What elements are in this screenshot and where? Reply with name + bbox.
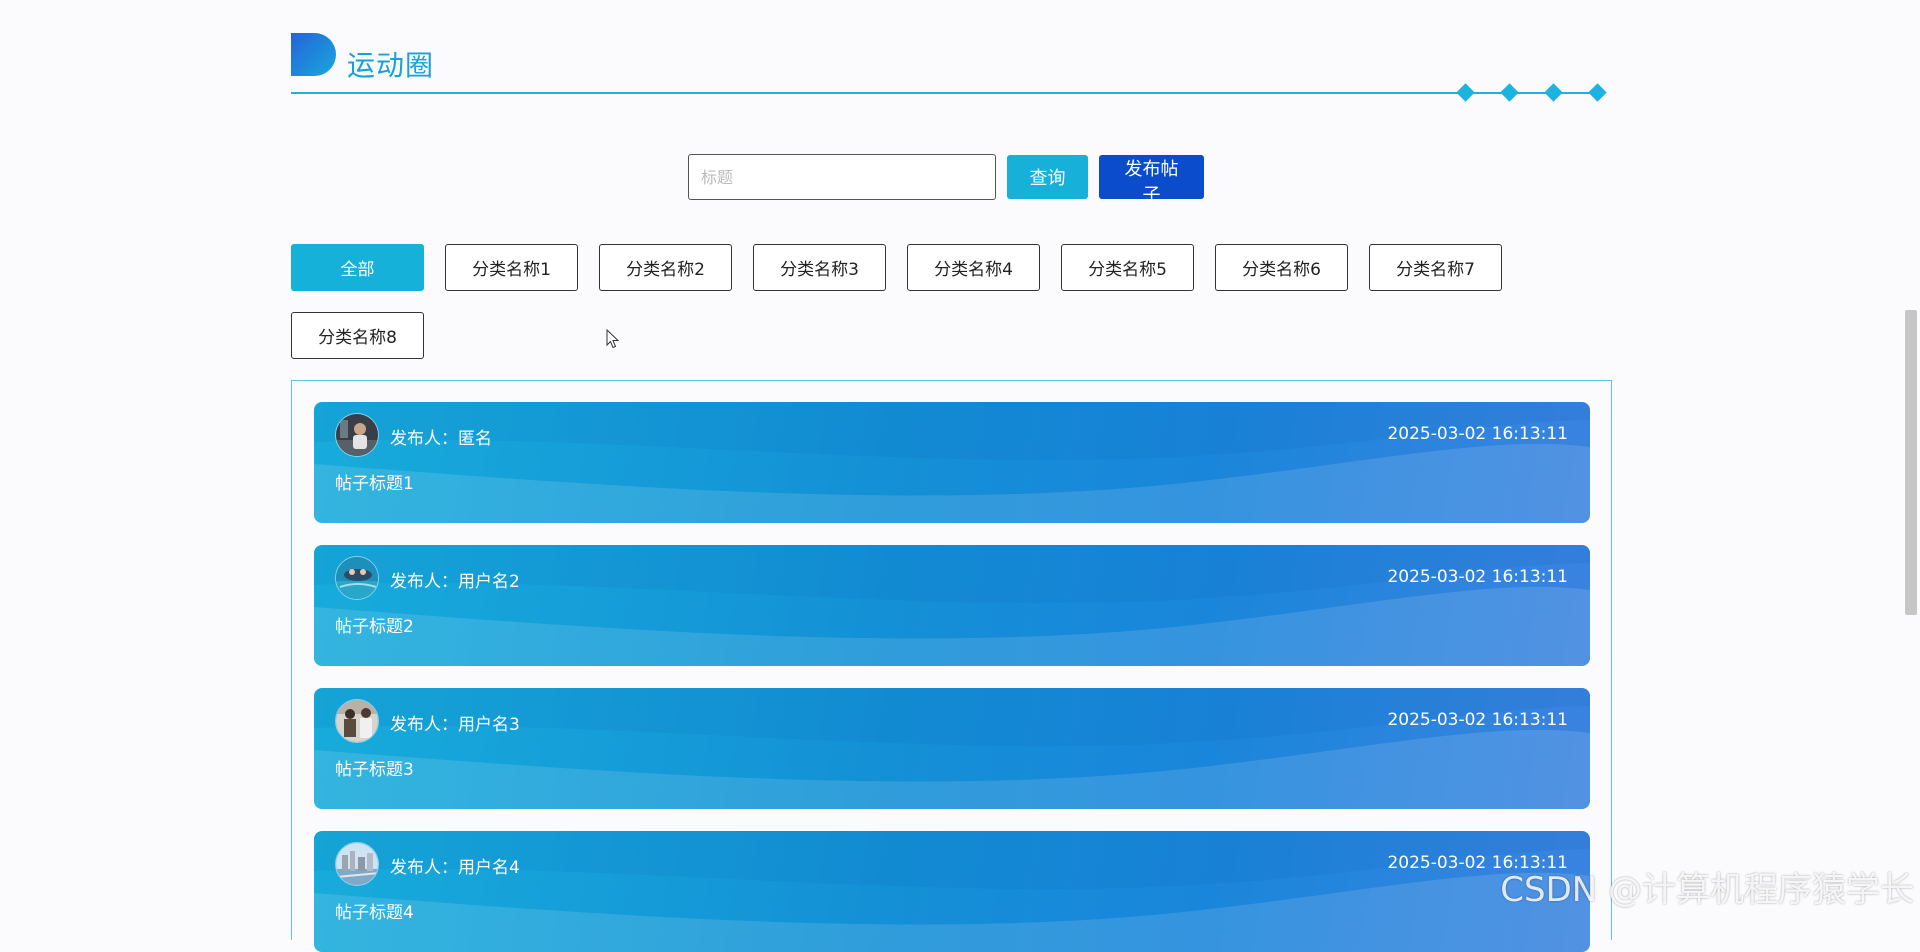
category-item[interactable]: 分类名称4 (907, 244, 1040, 291)
post-time: 2025-03-02 16:13:11 (1387, 710, 1568, 730)
post-card[interactable]: 发布人：用户名4 2025-03-02 16:13:11 帖子标题4 (314, 831, 1590, 952)
page-scrollbar[interactable] (1905, 310, 1917, 615)
query-button[interactable]: 查询 (1007, 155, 1088, 199)
post-author: 发布人：匿名 (390, 429, 492, 449)
diamond-icon (1500, 83, 1519, 102)
post-title[interactable]: 帖子标题4 (335, 898, 414, 923)
diamond-icon (1544, 83, 1563, 102)
post-title[interactable]: 帖子标题1 (335, 469, 414, 494)
category-item[interactable]: 分类名称7 (1369, 244, 1502, 291)
diamond-icon (1588, 83, 1607, 102)
avatar[interactable] (335, 413, 379, 457)
post-title[interactable]: 帖子标题3 (335, 755, 414, 780)
category-item[interactable]: 分类名称8 (291, 312, 424, 359)
header-divider (291, 92, 1604, 94)
category-item[interactable]: 分类名称1 (445, 244, 578, 291)
wave-decoration (314, 545, 1590, 666)
post-card[interactable]: 发布人：匿名 2025-03-02 16:13:11 帖子标题1 (314, 402, 1590, 523)
post-title[interactable]: 帖子标题2 (335, 612, 414, 637)
post-list: 发布人：匿名 2025-03-02 16:13:11 帖子标题1 发布人：用户名… (291, 380, 1612, 952)
avatar[interactable] (335, 842, 379, 886)
post-card[interactable]: 发布人：用户名2 2025-03-02 16:13:11 帖子标题2 (314, 545, 1590, 666)
wave-decoration (314, 831, 1590, 952)
watermark: CSDN @计算机程序猿学长 (1500, 870, 1914, 910)
publish-post-button[interactable]: 发布帖子 (1099, 155, 1204, 206)
post-time: 2025-03-02 16:13:11 (1387, 567, 1568, 587)
category-item[interactable]: 分类名称5 (1061, 244, 1194, 291)
title-search-input[interactable] (688, 154, 996, 200)
search-bar: 查询 发布帖子 (688, 154, 1204, 206)
category-item[interactable]: 分类名称6 (1215, 244, 1348, 291)
section-title: 运动圈 (347, 49, 435, 82)
category-item[interactable]: 分类名称2 (599, 244, 732, 291)
post-author: 发布人：用户名2 (390, 572, 520, 592)
avatar[interactable] (335, 556, 379, 600)
wave-decoration (314, 688, 1590, 809)
post-author: 发布人：用户名3 (390, 715, 520, 735)
category-all[interactable]: 全部 (291, 244, 424, 291)
wave-decoration (314, 402, 1590, 523)
mouse-cursor-icon (606, 329, 620, 349)
avatar[interactable] (335, 699, 379, 743)
section-header: 运动圈 (291, 30, 1607, 105)
diamond-icon (1456, 83, 1475, 102)
section-logo-icon (291, 33, 336, 76)
post-time: 2025-03-02 16:13:11 (1387, 424, 1568, 444)
post-card[interactable]: 发布人：用户名3 2025-03-02 16:13:11 帖子标题3 (314, 688, 1590, 809)
post-author: 发布人：用户名4 (390, 858, 520, 878)
category-item[interactable]: 分类名称3 (753, 244, 886, 291)
